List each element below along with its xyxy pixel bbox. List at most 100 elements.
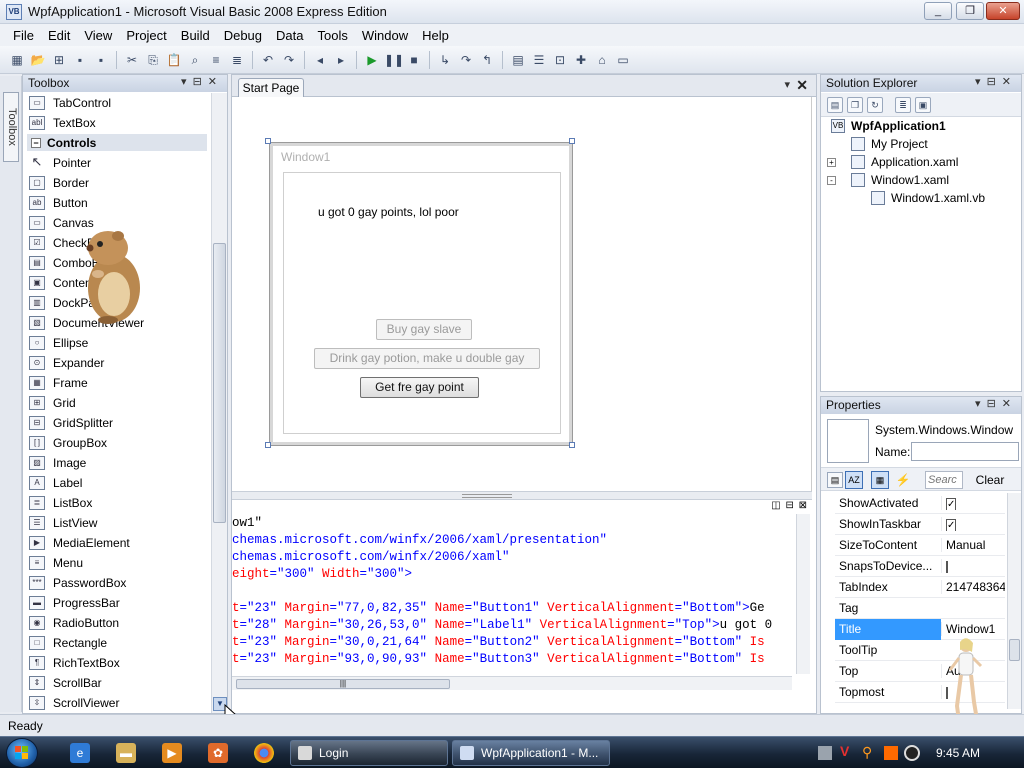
checked-checkbox[interactable]: ✓ [946,498,957,510]
media-player-icon[interactable]: ▶ [162,743,182,763]
maximize-button[interactable]: ❐ [956,2,984,20]
toolbox-item-tabcontrol[interactable]: ▭ TabControl [29,93,209,113]
collapse-icon[interactable]: - [827,176,836,185]
resize-handle[interactable] [569,442,575,448]
cut-icon[interactable]: ✂ [123,51,141,69]
chevron-down-icon[interactable]: ▾ [181,76,193,88]
close-icon[interactable]: ✕ [208,76,223,88]
tray-search-icon[interactable]: ⚲ [862,744,872,761]
object-browser-icon[interactable]: ⊡ [551,51,569,69]
solution-node-wpfapplication1[interactable]: VB WpfApplication1 [831,119,946,133]
button3-buy-gay-slave[interactable]: Buy gay slave [376,319,472,340]
close-icon[interactable]: ✕ [1002,76,1017,88]
properties-icon[interactable]: ▤ [827,96,843,113]
stop-icon[interactable]: ■ [405,51,423,69]
toolbox-item-grid[interactable]: ⊞ Grid [29,393,209,413]
toolbox-item-image[interactable]: ▨ Image [29,453,209,473]
name-field[interactable] [911,442,1019,461]
property-row-snapstodevice-[interactable]: SnapsToDevice... [835,556,1005,577]
property-value[interactable]: 2147483647 [941,580,1005,594]
new-project-icon[interactable]: ▦ [8,51,26,69]
wpf-designer-surface[interactable]: Window1 u got 0 gay points, lol poor Buy… [232,97,812,491]
properties-icon[interactable]: ☰ [530,51,548,69]
toolbox-item-groupbox[interactable]: [ ] GroupBox [29,433,209,453]
property-row-showactivated[interactable]: ShowActivated ✓ [835,493,1005,514]
uncomment-icon[interactable]: ≣ [228,51,246,69]
toolbox-item-textbox[interactable]: abl TextBox [29,113,209,133]
tray-volume-icon[interactable] [904,745,920,761]
toolbox-item-scrollbar[interactable]: ⇕ ScrollBar [29,673,209,693]
copy-icon[interactable]: ⎘ [144,51,162,69]
scroll-thumb[interactable]: ||| [236,679,450,689]
vertical-split-icon[interactable]: ◫ [771,500,781,511]
button2-drink-potion[interactable]: Drink gay potion, make u double gay [314,348,540,369]
chrome-icon[interactable] [254,743,274,763]
toolbox-item-listview[interactable]: ☰ ListView [29,513,209,533]
toolbox-item-progressbar[interactable]: ▬ ProgressBar [29,593,209,613]
splitter-grip[interactable] [462,494,512,498]
menu-tools[interactable]: Tools [310,28,354,43]
clock[interactable]: 9:45 AM [936,746,980,760]
property-value[interactable]: ✓ [941,496,1005,510]
toolbox-scrollbar[interactable]: ▼ [211,93,227,713]
save-all-icon[interactable]: ▪ [92,51,110,69]
open-icon[interactable]: 📂 [29,51,47,69]
scroll-thumb[interactable] [213,243,226,523]
toolbox-item-richtextbox[interactable]: ¶ RichTextBox [29,653,209,673]
designer-xaml-splitter[interactable] [232,491,812,499]
taskbar-item-login[interactable]: Login [290,740,448,766]
toolbox-item-mediaelement[interactable]: ▶ MediaElement [29,533,209,553]
toolbox-item-passwordbox[interactable]: *** PasswordBox [29,573,209,593]
view-code-icon[interactable]: ≣ [895,96,911,113]
property-value[interactable]: ✓ [941,517,1005,531]
menu-edit[interactable]: Edit [41,28,77,43]
menu-help[interactable]: Help [415,28,456,43]
chevron-down-icon[interactable]: ▾ [975,76,987,88]
xaml-editor[interactable]: ◫ ⊟ ⊠ ow1" chemas.microsoft.com/winfx/200… [232,499,812,695]
collapse-pane-icon[interactable]: ⊠ [799,500,808,511]
step-over-icon[interactable]: ↷ [457,51,475,69]
solution-explorer-icon[interactable]: ▤ [509,51,527,69]
resize-handle[interactable] [265,442,271,448]
checked-checkbox[interactable]: ✓ [946,519,957,531]
paste-icon[interactable]: 📋 [165,51,183,69]
toolbox-item-scrollviewer[interactable]: ⇳ ScrollViewer [29,693,209,713]
comment-icon[interactable]: ≡ [207,51,225,69]
pause-icon[interactable]: ❚❚ [384,51,404,69]
solution-node-window1-xaml-vb[interactable]: Window1.xaml.vb [871,191,985,205]
label1[interactable]: u got 0 gay points, lol poor [318,205,459,219]
properties-view-icon[interactable]: ▦ [871,471,889,489]
toolbox-icon[interactable]: ✚ [572,51,590,69]
solution-node-my-project[interactable]: My Project [851,137,928,151]
close-icon[interactable]: ✕ [1002,398,1017,410]
close-button[interactable]: ✕ [986,2,1020,20]
toolbox-item-pointer[interactable]: ↖ Pointer [29,153,209,173]
resize-handle[interactable] [569,138,575,144]
minimize-button[interactable]: _ [924,2,952,20]
menu-window[interactable]: Window [355,28,415,43]
save-icon[interactable]: ▪ [71,51,89,69]
property-search-input[interactable] [925,471,963,489]
step-into-icon[interactable]: ↳ [436,51,454,69]
events-icon[interactable]: ⚡ [895,472,911,488]
show-all-files-icon[interactable]: ❐ [847,96,863,113]
toolbox-side-tab[interactable]: Toolbox [3,92,19,162]
view-designer-icon[interactable]: ▣ [915,96,931,113]
toolbox-item-gridsplitter[interactable]: ⊟ GridSplitter [29,413,209,433]
menu-build[interactable]: Build [174,28,217,43]
solution-node-window1-xaml[interactable]: Window1.xaml [851,173,949,187]
toolbox-item-menu[interactable]: ≡ Menu [29,553,209,573]
designer-client-area[interactable]: u got 0 gay points, lol poor Buy gay sla… [283,172,561,434]
xaml-horizontal-scrollbar[interactable]: ||| [232,676,792,690]
pin-icon[interactable]: ⊟ [987,76,1002,88]
designer-window1[interactable]: Window1 u got 0 gay points, lol poor Buy… [269,142,573,446]
button1-get-point[interactable]: Get fre gay point [360,377,479,398]
toolbox-item-radiobutton[interactable]: ◉ RadioButton [29,613,209,633]
options-icon[interactable]: ▭ [614,51,632,69]
chevron-down-icon[interactable]: ▾ [975,398,987,410]
property-row-tabindex[interactable]: TabIndex 2147483647 [835,577,1005,598]
menu-data[interactable]: Data [269,28,310,43]
menu-project[interactable]: Project [119,28,173,43]
tab-list-icon[interactable]: ▾ [784,78,790,91]
resize-handle[interactable] [265,138,271,144]
